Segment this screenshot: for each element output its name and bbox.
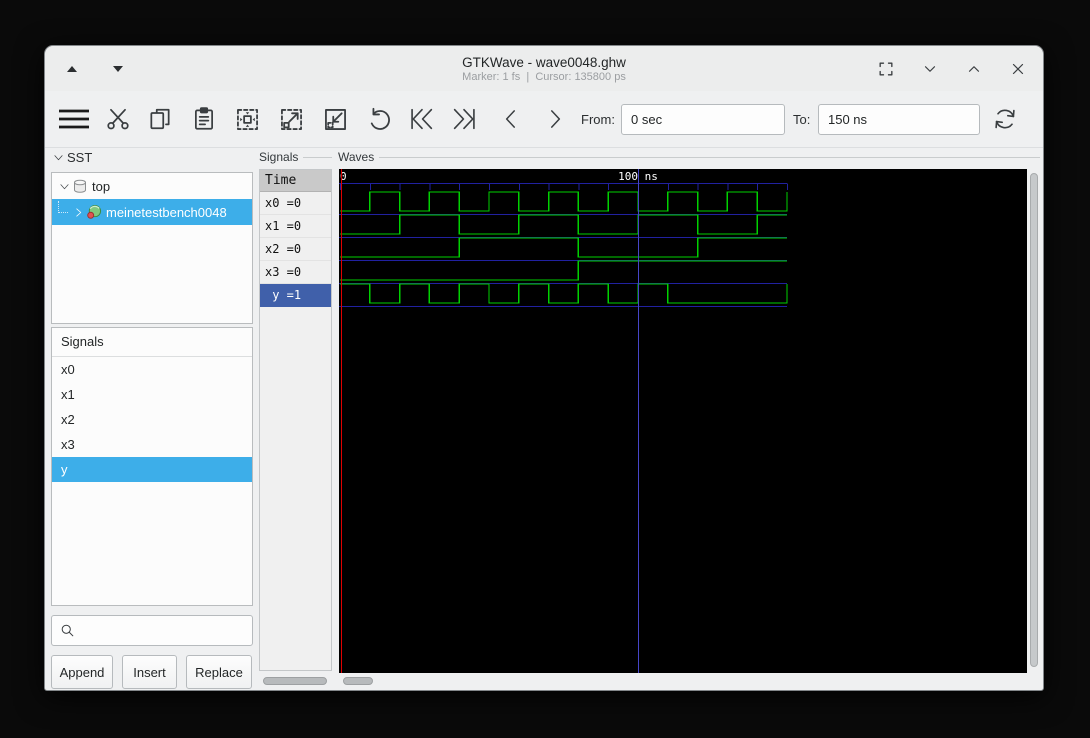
tree-item-label: meinetestbench0048 — [106, 204, 227, 220]
tree-guide — [58, 200, 68, 213]
names-hscrollbar-thumb[interactable] — [263, 677, 327, 685]
zoom-in-icon[interactable] — [275, 103, 307, 135]
facility-item-x2[interactable]: x2 — [52, 407, 252, 432]
chevron-down-icon — [54, 155, 63, 161]
fullscreen-icon[interactable] — [873, 56, 899, 82]
next-edge-icon[interactable] — [539, 103, 571, 135]
go-to-end-icon[interactable] — [448, 103, 480, 135]
shade-down-icon[interactable] — [105, 56, 131, 82]
facility-item-x0[interactable]: x0 — [52, 357, 252, 382]
menu-icon[interactable] — [55, 103, 93, 135]
chevron-right-icon[interactable] — [70, 207, 86, 218]
append-button[interactable]: Append — [51, 655, 113, 689]
wave-area[interactable]: 0 100 ns — [339, 169, 1027, 673]
trace-name-x3[interactable]: x3 =0 — [260, 261, 331, 284]
chevron-down-icon[interactable] — [56, 181, 72, 192]
titlebar: GTKWave - wave0048.ghw Marker: 1 fs | Cu… — [45, 46, 1043, 91]
zoom-fit-icon[interactable] — [231, 103, 263, 135]
trace-names-panel: Time x0 =0 x1 =0 x2 =0 x3 =0 y =1 — [259, 169, 332, 671]
insert-button[interactable]: Insert — [122, 655, 177, 689]
zoom-out-icon[interactable] — [319, 103, 351, 135]
window-title: GTKWave - wave0048.ghw — [462, 54, 626, 70]
component-icon — [86, 204, 102, 220]
reload-icon[interactable] — [989, 103, 1021, 135]
from-label: From: — [581, 112, 615, 127]
replace-button[interactable]: Replace — [186, 655, 252, 689]
search-icon — [61, 624, 74, 637]
facility-item-y[interactable]: y — [52, 457, 252, 482]
signals-frame-label: Signals — [259, 150, 332, 164]
from-input[interactable] — [621, 104, 785, 135]
facility-item-x3[interactable]: x3 — [52, 432, 252, 457]
go-to-start-icon[interactable] — [406, 103, 438, 135]
undo-icon[interactable] — [362, 103, 394, 135]
tree-item-top[interactable]: top — [52, 173, 252, 199]
minimize-icon[interactable] — [917, 56, 943, 82]
paste-icon[interactable] — [188, 103, 220, 135]
signal-search-box[interactable] — [51, 615, 253, 646]
sst-tree: top meinetestbench0048 — [51, 172, 253, 324]
trace-name-x0[interactable]: x0 =0 — [260, 192, 331, 215]
trace-name-x1[interactable]: x1 =0 — [260, 215, 331, 238]
svg-text:0: 0 — [340, 170, 347, 183]
previous-edge-icon[interactable] — [495, 103, 527, 135]
to-label: To: — [793, 112, 811, 127]
maximize-icon[interactable] — [961, 56, 987, 82]
close-icon[interactable] — [1005, 56, 1031, 82]
names-hscrollbar[interactable] — [260, 675, 331, 687]
cut-icon[interactable] — [102, 103, 134, 135]
tree-item-meinetestbench0048[interactable]: meinetestbench0048 — [52, 199, 252, 225]
gtkwave-window: GTKWave - wave0048.ghw Marker: 1 fs | Cu… — [44, 45, 1044, 691]
sst-header[interactable]: SST — [53, 150, 92, 165]
shade-up-icon[interactable] — [59, 56, 85, 82]
sst-header-label: SST — [67, 150, 93, 165]
window-status: Marker: 1 fs | Cursor: 135800 ps — [462, 70, 626, 83]
toolbar: From: To: — [45, 91, 1043, 148]
waves-hscrollbar-thumb[interactable] — [343, 677, 373, 685]
module-icon — [72, 179, 88, 194]
waves-frame-label: Waves — [338, 150, 1040, 164]
trace-name-x2[interactable]: x2 =0 — [260, 238, 331, 261]
waves-vscrollbar[interactable] — [1028, 173, 1040, 669]
facility-item-x1[interactable]: x1 — [52, 382, 252, 407]
to-input[interactable] — [818, 104, 980, 135]
copy-icon[interactable] — [144, 103, 176, 135]
trace-name-y[interactable]: y =1 — [260, 284, 331, 307]
search-input[interactable] — [81, 622, 245, 639]
facility-list: Signals x0 x1 x2 x3 y — [51, 327, 253, 606]
waves-hscrollbar[interactable] — [341, 675, 1027, 687]
waves-vscrollbar-thumb[interactable] — [1030, 173, 1038, 667]
facility-list-header: Signals — [52, 328, 252, 357]
tree-item-label: top — [92, 178, 111, 194]
time-header: Time — [260, 170, 331, 192]
waveform-canvas: 0 100 ns — [339, 169, 788, 673]
